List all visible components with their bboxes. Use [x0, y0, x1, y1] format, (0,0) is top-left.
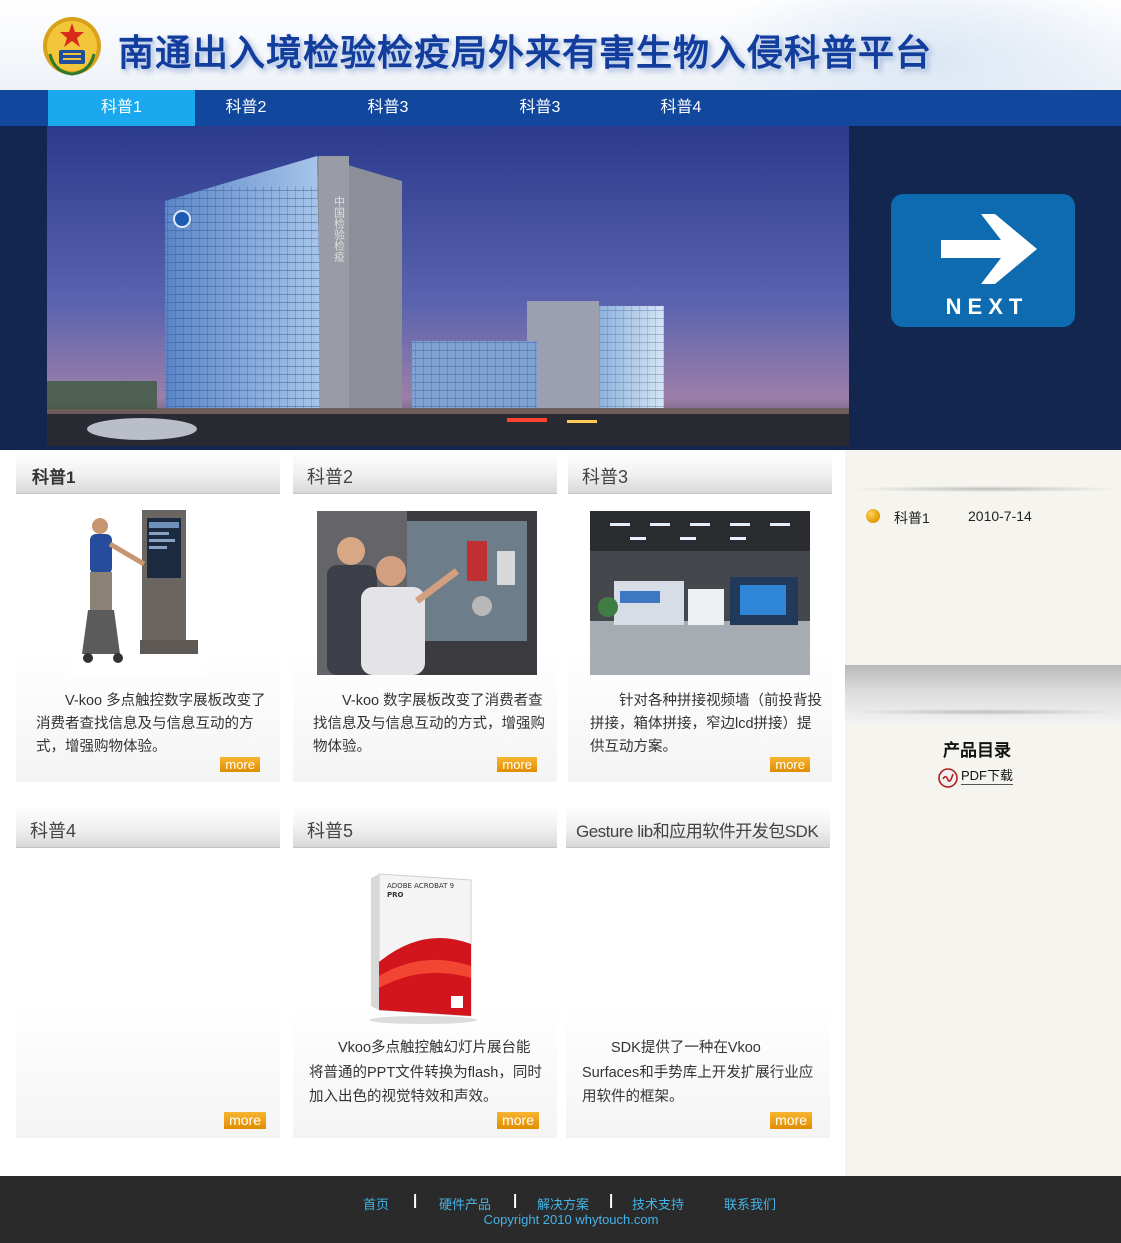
footer: 首页 | 硬件产品 | 解决方案 | 技术支持 联系我们 Copyright 2… [0, 1176, 1121, 1243]
card-title: 科普4 [30, 821, 77, 841]
footer-link-contact[interactable]: 联系我们 [724, 1194, 776, 1213]
nav-item-5[interactable]: 科普4 [630, 90, 732, 126]
divider [853, 486, 1119, 492]
more-button[interactable]: more [497, 1112, 539, 1129]
card-title: 科普3 [582, 467, 629, 487]
card-title: 科普5 [307, 821, 354, 841]
footer-link-hardware[interactable]: 硬件产品 [439, 1194, 491, 1213]
more-button[interactable]: more [224, 1112, 266, 1129]
card-gesture-sdk: Gesture lib和应用软件开发包SDK SDK提供了一种在Vkoo Sur… [566, 806, 830, 1138]
footer-link-support[interactable]: 技术支持 [632, 1194, 684, 1213]
showroom-photo [590, 511, 810, 675]
national-emblem-icon [43, 17, 101, 76]
news-item-date: 2010-7-14 [968, 508, 1032, 524]
card-kepu-1: 科普1 V-koo 多点触控数字展板改变了消费者查找信息及与信息互动的方式，增强… [16, 452, 280, 782]
banner: 中国检验检疫 NEXT [0, 126, 1121, 450]
main-nav: 科普1 科普2 科普3 科普3 科普4 [0, 90, 1121, 126]
card-description: V-koo 多点触控数字展板改变了消费者查找信息及与信息互动的方式，增强购物体验… [36, 693, 266, 755]
news-item-title[interactable]: 科普1 [894, 508, 930, 528]
card-title: 科普2 [307, 467, 354, 487]
more-button[interactable]: more [770, 757, 810, 772]
footer-link-solutions[interactable]: 解决方案 [537, 1194, 589, 1213]
footer-separator: | [513, 1192, 518, 1209]
building-photo: 中国检验检疫 [47, 126, 849, 446]
sidebar: 科普1 2010-7-14 产品目录 PDF下载 [845, 450, 1121, 1176]
divider [853, 709, 1119, 715]
pdf-download-label: PDF下载 [961, 768, 1014, 785]
card-description: 针对各种拼接视频墙（前投背投拼接，箱体拼接，窄边lcd拼接）提供互动方案。 [590, 693, 822, 755]
more-button[interactable]: more [770, 1112, 812, 1129]
nav-item-2[interactable]: 科普2 [195, 90, 297, 126]
footer-link-home[interactable]: 首页 [363, 1194, 389, 1213]
nav-item-4[interactable]: 科普3 [489, 90, 591, 126]
card-description: V-koo 数字展板改变了消费者查找信息及与信息互动的方式，增强购物体验。 [313, 693, 545, 755]
svg-text:中国检验检疫: 中国检验检疫 [333, 196, 346, 263]
more-button[interactable]: more [220, 757, 260, 772]
next-button[interactable]: NEXT [891, 194, 1075, 327]
card-description: Vkoo多点触控触幻灯片展台能将普通的PPT文件转换为flash，同时加入出色的… [309, 1040, 542, 1105]
software-brand: ADOBE ACROBAT 9 [387, 882, 454, 890]
card-kepu-2: 科普2 V-koo 数字展板改变了消费者查找信息及与信息互动的方式，增强购物体验… [293, 452, 557, 782]
card-header: 科普5 [293, 806, 557, 848]
card-header: 科普4 [16, 806, 280, 848]
card-header: Gesture lib和应用软件开发包SDK [566, 806, 830, 848]
card-title: 科普1 [32, 468, 76, 487]
pdf-icon [938, 768, 958, 788]
software-box: ADOBE ACROBAT 9 PRO [369, 873, 477, 1024]
kiosk-photo [70, 506, 206, 676]
card-kepu-3: 科普3 针对各种拼接视频墙（前投背投拼接，箱体拼接，窄边lcd拼接）提供互动方案… [568, 452, 832, 782]
card-title: Gesture lib和应用软件开发包SDK [576, 822, 819, 841]
touch-wall-photo [317, 511, 537, 675]
card-header: 科普3 [568, 452, 832, 494]
card-header: 科普2 [293, 452, 557, 494]
next-label: NEXT [945, 294, 1029, 319]
card-kepu-5: 科普5 ADOBE ACROBAT 9 PRO Vkoo多点触控触幻灯片展台能将… [293, 806, 557, 1138]
copyright: Copyright 2010 whytouch.com [483, 1212, 659, 1227]
arrow-right-icon [941, 214, 1037, 284]
card-kepu-4: 科普4 more [16, 806, 280, 1138]
footer-separator: | [609, 1192, 614, 1209]
nav-item-3[interactable]: 科普3 [337, 90, 439, 126]
software-edition: PRO [387, 891, 404, 899]
more-button[interactable]: more [497, 757, 537, 772]
card-description: SDK提供了一种在Vkoo Surfaces和手势库上开发扩展行业应用软件的框架… [582, 1040, 814, 1105]
footer-separator: | [413, 1192, 418, 1209]
bullet-icon [866, 509, 880, 523]
site-header: 南通出入境检验检疫局外来有害生物入侵科普平台 [0, 0, 1121, 90]
catalog-title: 产品目录 [943, 741, 1011, 760]
site-title: 南通出入境检验检疫局外来有害生物入侵科普平台 [118, 33, 933, 74]
nav-item-1[interactable]: 科普1 [48, 90, 195, 126]
card-header: 科普1 [16, 452, 280, 494]
